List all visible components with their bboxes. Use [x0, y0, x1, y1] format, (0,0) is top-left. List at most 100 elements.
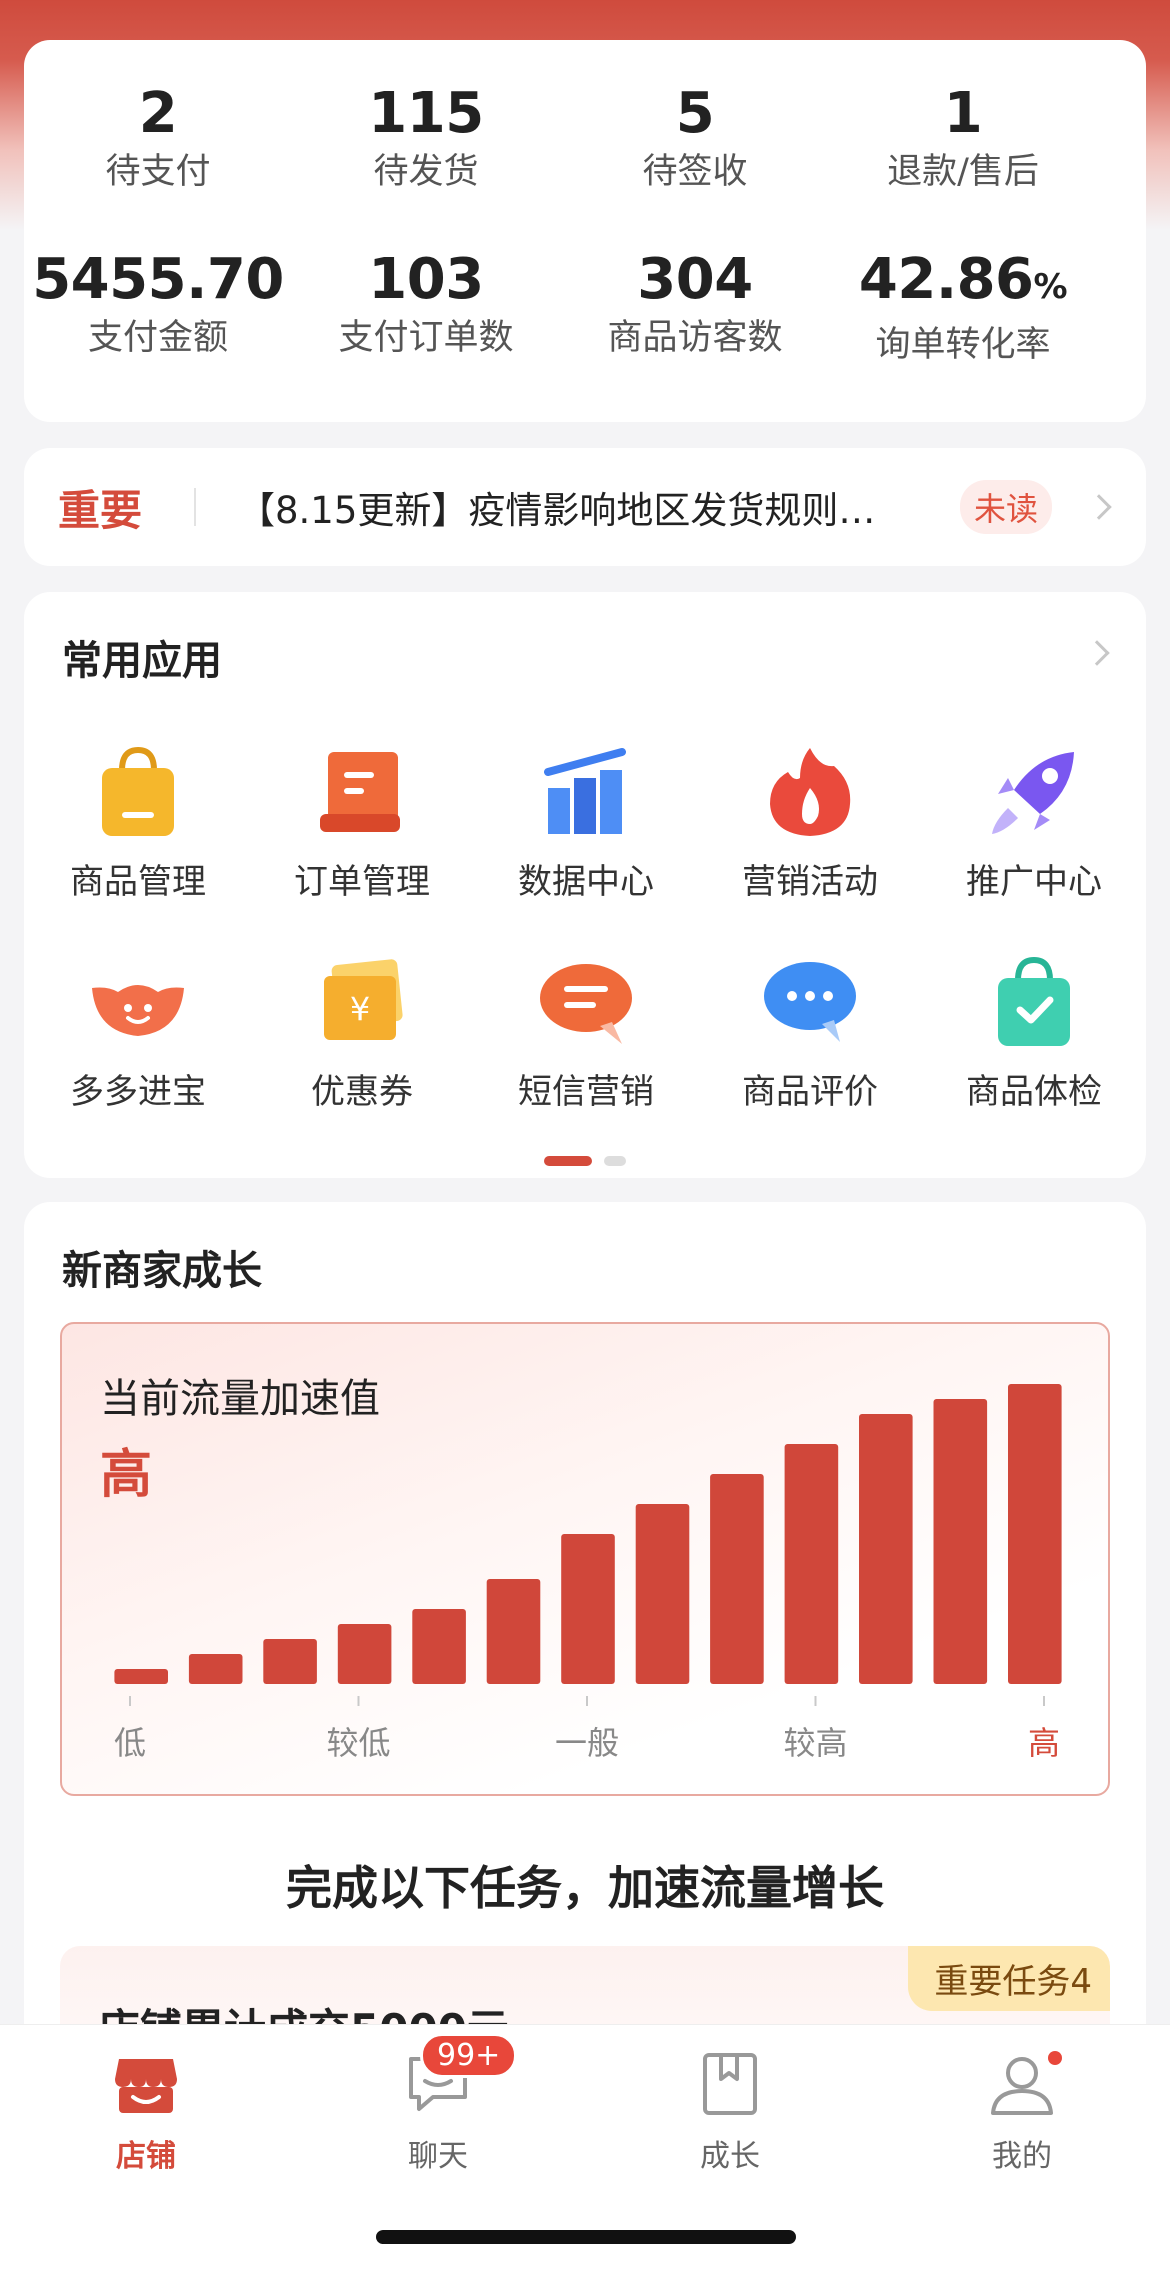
- chart-bar: [114, 1669, 168, 1684]
- chart-bar: [933, 1399, 988, 1684]
- tab-label: 店铺: [116, 2139, 176, 2174]
- notice-tag: 重要: [58, 485, 143, 535]
- stat-label: 询单转化率: [875, 325, 1051, 365]
- unread-count-badge: 99+: [420, 2033, 518, 2078]
- stat-value: 5: [675, 81, 715, 146]
- notice-divider: [194, 488, 196, 526]
- stat-value: 5455.70: [32, 247, 284, 312]
- chart-current-value: 高: [100, 1445, 153, 1505]
- coupon-icon: ¥: [312, 952, 412, 1052]
- stat-paid-orders[interactable]: 103 支付订单数: [292, 248, 560, 360]
- chart-tick-label: 高: [1028, 1724, 1060, 1762]
- stat-unit: %: [1033, 267, 1068, 307]
- chart-tick-label: 一般: [555, 1724, 619, 1762]
- stat-label: 待签收: [642, 152, 748, 192]
- tab-store[interactable]: 店铺: [56, 2049, 236, 2175]
- stat-payment-amount[interactable]: 5455.70 支付金额: [24, 248, 292, 360]
- chart-bar: [1008, 1384, 1062, 1684]
- stat-label: 商品访客数: [607, 318, 783, 358]
- tab-label: 我的: [992, 2139, 1052, 2174]
- stat-value: 42.86%: [829, 248, 1097, 319]
- app-label: 多多进宝: [70, 1072, 206, 1112]
- stat-value: 115: [368, 81, 484, 146]
- section-title: 常用应用: [62, 638, 222, 684]
- store-icon: [111, 2049, 181, 2119]
- svg-text:¥: ¥: [350, 990, 370, 1028]
- tab-me[interactable]: 我的: [932, 2049, 1112, 2175]
- app-label: 订单管理: [294, 862, 430, 902]
- chart-bar: [263, 1639, 317, 1684]
- tab-label: 成长: [700, 2139, 760, 2174]
- app-data-center[interactable]: 数据中心: [474, 742, 698, 904]
- stat-label: 支付订单数: [338, 318, 514, 358]
- stat-visitors[interactable]: 304 商品访客数: [561, 248, 829, 360]
- tab-growth[interactable]: 成长: [640, 2049, 820, 2175]
- app-duoduo-jinbao[interactable]: 多多进宝: [26, 952, 250, 1114]
- flame-icon: [760, 742, 860, 842]
- stat-value: 103: [368, 247, 484, 312]
- stat-label: 支付金额: [87, 318, 228, 358]
- message-icon: [536, 952, 636, 1052]
- scroll-icon: [312, 742, 412, 842]
- gold-ingot-icon: [88, 952, 188, 1052]
- app-promotion-center[interactable]: 推广中心: [922, 742, 1146, 904]
- chart-bar: [188, 1654, 243, 1684]
- tab-label: 聊天: [408, 2139, 468, 2174]
- chart-bar: [635, 1504, 690, 1684]
- stat-number: 42.86: [858, 247, 1034, 312]
- app-label: 优惠券: [311, 1072, 413, 1112]
- chart-tick-label: 低: [114, 1724, 146, 1762]
- app-label: 商品体检: [966, 1072, 1102, 1112]
- shopping-bag-icon: [88, 742, 188, 842]
- app-product-reviews[interactable]: 商品评价: [698, 952, 922, 1114]
- comment-icon: [760, 952, 860, 1052]
- stat-pending-receipt[interactable]: 5 待签收: [561, 82, 829, 194]
- stat-label: 待支付: [105, 152, 211, 192]
- app-sms-marketing[interactable]: 短信营销: [474, 952, 698, 1114]
- stat-conversion-rate[interactable]: 42.86% 询单转化率: [829, 248, 1097, 367]
- chevron-right-icon: [1086, 494, 1112, 520]
- app-order-management[interactable]: 订单管理: [250, 742, 474, 904]
- chart-tick-label: 较高: [783, 1724, 847, 1762]
- check-bag-icon: [984, 952, 1084, 1052]
- notice-text: 【8.15更新】疫情影响地区发货规则…: [238, 489, 876, 532]
- app-label: 短信营销: [518, 1072, 654, 1112]
- stat-value: 304: [637, 247, 753, 312]
- stat-value: 1: [943, 81, 983, 146]
- common-apps-card: 常用应用 商品管理 订单管理 数据中心 营销活动 推广中心 多多进宝 ¥ 优惠券…: [24, 592, 1146, 1178]
- unread-badge: 未读: [960, 480, 1053, 534]
- chart-tick-label: 较低: [326, 1724, 390, 1762]
- stat-pending-payment[interactable]: 2 待支付: [24, 82, 292, 194]
- app-product-management[interactable]: 商品管理: [26, 742, 250, 904]
- app-label: 营销活动: [742, 862, 878, 902]
- page-indicator: [24, 1156, 1146, 1166]
- task-ribbon: 重要任务4: [908, 1946, 1110, 2011]
- rocket-icon: [984, 742, 1084, 842]
- chart-bar: [784, 1444, 839, 1684]
- user-icon: [987, 2049, 1057, 2119]
- merchant-growth-card: 新商家成长 低较低一般较高高 当前流量加速值 高 完成以下任务，加速流量增长 店…: [24, 1202, 1146, 2146]
- chart-bar: [710, 1474, 764, 1684]
- book-icon: [695, 2049, 765, 2119]
- app-coupon[interactable]: ¥ 优惠券: [250, 952, 474, 1114]
- app-product-checkup[interactable]: 商品体检: [922, 952, 1146, 1114]
- chart-bar: [561, 1534, 615, 1684]
- chart-bar: [412, 1609, 466, 1684]
- chevron-right-icon[interactable]: [1084, 640, 1110, 666]
- page-dot-active[interactable]: [544, 1156, 592, 1166]
- app-label: 数据中心: [518, 862, 654, 902]
- stat-refund[interactable]: 1 退款/售后: [829, 82, 1097, 194]
- page-dot[interactable]: [604, 1156, 626, 1166]
- section-title: 新商家成长: [62, 1248, 262, 1294]
- store-stats-card: 2 待支付 115 待发货 5 待签收 1 退款/售后 5455.70 支付金额…: [24, 40, 1146, 422]
- announcement-bar[interactable]: 重要 【8.15更新】疫情影响地区发货规则… 未读: [24, 448, 1146, 566]
- notification-dot: [1048, 2051, 1062, 2065]
- app-marketing-activity[interactable]: 营销活动: [698, 742, 922, 904]
- chart-bar: [486, 1579, 541, 1684]
- chart-label: 当前流量加速值: [100, 1376, 380, 1422]
- stat-pending-shipment[interactable]: 115 待发货: [292, 82, 560, 194]
- home-indicator[interactable]: [376, 2230, 796, 2244]
- app-label: 商品管理: [70, 862, 206, 902]
- traffic-acceleration-chart[interactable]: 低 较低 一般 较高 高 当前流量加速值 高: [60, 1322, 1110, 1796]
- stat-value: 2: [138, 81, 178, 146]
